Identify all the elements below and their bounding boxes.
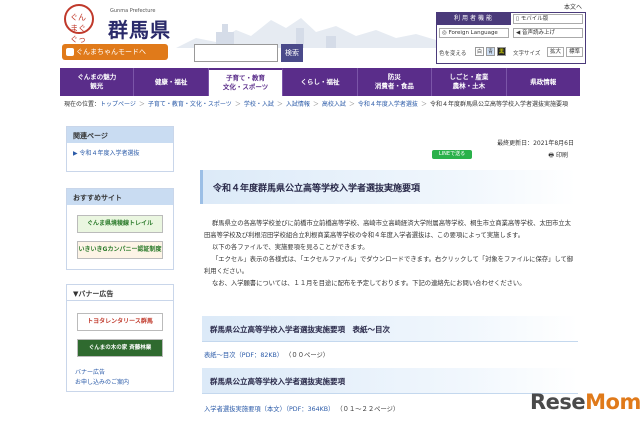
g-company-banner[interactable]: いきいきGカンパニー認証制度 (77, 241, 163, 259)
nav-item-disaster[interactable]: 防災 消費者・食品 (358, 68, 433, 96)
body-text: 群馬県立の各高等学校並びに前橋市立前橋高等学校、高崎市立高崎経済大学附属高等学校… (204, 218, 576, 290)
skip-to-content-link[interactable]: 本文へ (564, 2, 582, 11)
color-blue-option[interactable]: 青 (486, 47, 495, 56)
sidebar-related-link[interactable]: ▶ 令和４年度入学者選抜 (67, 143, 173, 162)
sidebar-recommended-sites: おすすめサイト ぐんま県境稜線トレイル いきいきGカンパニー認証制度 (66, 188, 174, 270)
watermark-main: Rese (530, 390, 586, 414)
search-button[interactable]: 検索 (281, 44, 303, 62)
utility-heading: 利用者機能 (437, 13, 511, 25)
breadcrumb-prefix: 現在の位置： (64, 101, 101, 108)
mobile-version-link[interactable]: ▯ モバイル版 (513, 14, 583, 24)
section-main-banner: 群馬県公立高等学校入学者選抜実施要項 (202, 368, 578, 394)
breadcrumb-link[interactable]: 令和４年度入学者選抜 (358, 101, 418, 108)
text-enlarge-button[interactable]: 拡大 (547, 47, 564, 57)
sidebar-related-pages: 関連ページ ▶ 令和４年度入学者選抜 (66, 126, 174, 172)
foreign-language-label: Foreign Language (448, 30, 498, 36)
read-aloud-label: 音声読み上げ (521, 30, 555, 36)
nav-item-health-welfare[interactable]: 健康・福祉 (134, 68, 209, 96)
search-input[interactable] (194, 44, 278, 62)
breadcrumb-separator: ＞ (138, 101, 145, 108)
read-aloud-link[interactable]: ◀ 音声読み上げ (513, 28, 583, 38)
sidebar-banner-ads: ▼バナー広告 トヨタレンタリース群馬 ぐんまの木の家 斉藤林業 バナー広告 お申… (66, 284, 174, 392)
breadcrumb-separator: ＞ (234, 101, 241, 108)
body-paragraph: なお、入学願書については、１１月を目途に配布を予定しております。下記の連絡先にお… (212, 280, 526, 287)
print-label: 印刷 (555, 152, 568, 159)
breadcrumb-link[interactable]: 入試情報 (286, 101, 310, 108)
cover-pdf-link[interactable]: 表紙～目次（PDF：82KB） （００ページ） (204, 350, 329, 359)
section-title: 群馬県公立高等学校入学者選抜実施要項 (210, 377, 345, 386)
page-title: 令和４年度群馬県公立高等学校入学者選抜実施要項 (213, 184, 421, 194)
trail-banner[interactable]: ぐんま県境稜線トレイル (77, 215, 163, 233)
text-size-label: 文字サイズ (513, 51, 541, 57)
print-button[interactable]: 🖶 印刷 (548, 150, 568, 161)
nav-item-government[interactable]: 県政情報 (507, 68, 580, 96)
global-nav: ぐんまの魅力 観光 健康・福祉 子育て・教育 文化・スポーツ くらし・福祉 防災… (60, 68, 580, 96)
resemom-watermark: ReseMom (530, 390, 640, 414)
banner-ad-link[interactable]: バナー広告 (67, 367, 113, 376)
sidebar-recommended-heading: おすすめサイト (67, 189, 173, 205)
pdf-link-label: 入学者選抜実施要項（本文）（PDF：364KB） (204, 406, 335, 413)
mobile-version-label: モバイル版 (520, 16, 549, 22)
pdf-link-label: 表紙～目次（PDF：82KB） (204, 352, 284, 359)
text-standard-button[interactable]: 標準 (566, 47, 583, 57)
sidebar-ads-heading: ▼バナー広告 (67, 285, 173, 301)
breadcrumb-link[interactable]: トップページ (100, 101, 136, 108)
toyota-rental-banner[interactable]: トヨタレンタリース群馬 (77, 313, 163, 331)
sidebar-related-heading: 関連ページ (67, 127, 173, 143)
breadcrumb-separator: ＞ (312, 101, 319, 108)
color-white-option[interactable]: 白 (475, 47, 484, 56)
body-paragraph: 「エクセル」表示の各様式は、「エクセルファイル」でダウンロードできます。右クリッ… (204, 256, 574, 275)
breadcrumb-separator: ＞ (420, 101, 427, 108)
logo-emblem[interactable]: ぐんまぐぐっと (64, 4, 94, 55)
breadcrumb-separator: ＞ (348, 101, 355, 108)
body-paragraph: 以下の各ファイルで、実施要項を見ることができます。 (212, 244, 369, 251)
breadcrumb-current: 令和４年度群馬県公立高等学校入学者選抜実施要項 (429, 101, 568, 108)
section-cover-banner: 群馬県公立高等学校入学者選抜実施要項 表紙～目次 (202, 316, 578, 342)
page-title-banner: 令和４年度群馬県公立高等学校入学者選抜実施要項 (200, 170, 576, 204)
site-logo-title[interactable]: 群馬県 (108, 14, 171, 43)
breadcrumb-link[interactable]: 高校入試 (322, 101, 346, 108)
pdf-page-range: （００ページ） (285, 352, 330, 359)
ad-application-link[interactable]: お申し込みのご案内 (67, 377, 137, 386)
section-title: 群馬県公立高等学校入学者選抜実施要項 表紙～目次 (210, 325, 390, 334)
breadcrumb-separator: ＞ (276, 101, 283, 108)
breadcrumb-link[interactable]: 子育て・教育・文化・スポーツ (148, 101, 232, 108)
watermark-accent: Mom (585, 390, 640, 414)
main-content: 最終更新日：2021年8月6日 LINEで送る 🖶 印刷 令和４年度群馬県公立高… (188, 126, 582, 426)
nav-item-industry[interactable]: しごと・産業 農林・土木 (432, 68, 507, 96)
nav-item-living[interactable]: くらし・福祉 (283, 68, 358, 96)
sidebar-related-link-label: 令和４年度入学者選抜 (79, 150, 140, 157)
line-share-button[interactable]: LINEで送る (432, 150, 472, 159)
breadcrumb-link[interactable]: 学校・入試 (244, 101, 274, 108)
site-header: ぐんまぐぐっと Gunma Prefecture 群馬県 ぐんまちゃんモードへ … (0, 0, 640, 68)
color-change-label: 色を変える (439, 51, 467, 57)
color-black-option[interactable]: 黒 (497, 47, 506, 56)
nav-item-tourism[interactable]: ぐんまの魅力 観光 (60, 68, 135, 96)
utility-panel: 利用者機能 ▯ モバイル版 ◎ Foreign Language ◀ 音声読み上… (436, 12, 586, 64)
saito-ringyo-banner[interactable]: ぐんまの木の家 斉藤林業 (77, 339, 163, 357)
pdf-page-range: （０１～２２ページ） (336, 406, 400, 413)
breadcrumb: 現在の位置：トップページ＞子育て・教育・文化・スポーツ＞学校・入試＞入試情報＞高… (64, 100, 584, 110)
gunma-chan-mode-button[interactable]: ぐんまちゃんモードへ (62, 44, 168, 60)
last-updated: 最終更新日：2021年8月6日 (497, 140, 574, 147)
nav-item-education[interactable]: 子育て・教育 文化・スポーツ (208, 68, 284, 96)
foreign-language-link[interactable]: ◎ Foreign Language (439, 28, 509, 38)
main-pdf-link[interactable]: 入学者選抜実施要項（本文）（PDF：364KB） （０１～２２ページ） (204, 404, 399, 413)
body-paragraph: 群馬県立の各高等学校並びに前橋市立前橋高等学校、高崎市立高崎経済大学附属高等学校… (204, 220, 571, 239)
mountain-skyline-illustration (176, 18, 436, 48)
printer-icon: 🖶 (548, 152, 556, 159)
